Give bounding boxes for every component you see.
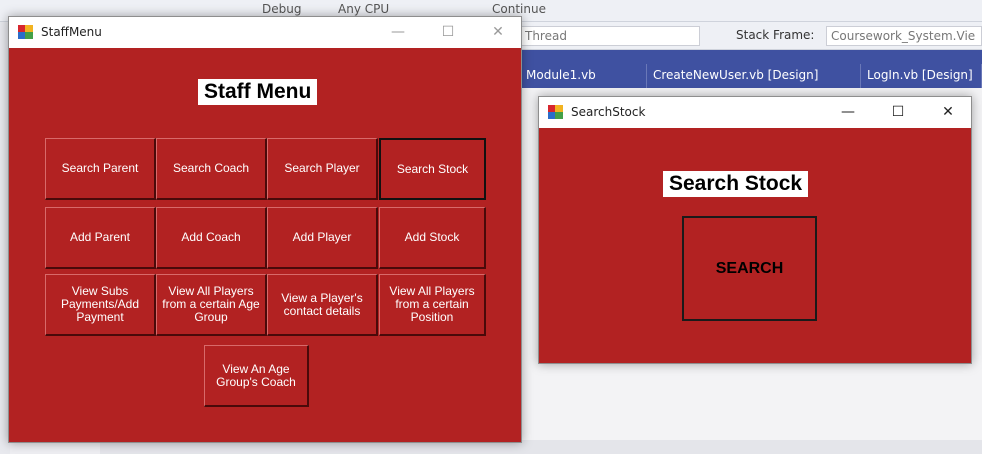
- continue-button[interactable]: Continue: [492, 2, 546, 16]
- search-button[interactable]: SEARCH: [682, 216, 817, 321]
- minimize-button[interactable]: —: [375, 17, 421, 48]
- window-title: SearchStock: [571, 105, 646, 119]
- stack-frame-combo[interactable]: Coursework_System.Vie: [826, 26, 982, 46]
- add-parent-button[interactable]: Add Parent: [45, 207, 156, 269]
- close-button[interactable]: ✕: [475, 17, 521, 48]
- stack-frame-label: Stack Frame:: [736, 28, 815, 42]
- search-coach-button[interactable]: Search Coach: [156, 138, 267, 200]
- close-button[interactable]: ✕: [925, 97, 971, 128]
- ide-document-tabs: Module1.vb CreateNewUser.vb [Design] Log…: [520, 64, 982, 88]
- search-stock-titlebar[interactable]: SearchStock — ☐ ✕: [539, 97, 971, 128]
- staff-menu-heading: Staff Menu: [198, 79, 318, 105]
- search-parent-button[interactable]: Search Parent: [45, 138, 156, 200]
- view-age-group-coach-button[interactable]: View An Age Group's Coach: [204, 345, 309, 407]
- search-player-button[interactable]: Search Player: [267, 138, 378, 200]
- staff-menu-titlebar[interactable]: StaffMenu — ☐ ✕: [9, 17, 521, 48]
- view-subs-payments-button[interactable]: View Subs Payments/Add Payment: [45, 274, 156, 336]
- tab-createnewuser-design[interactable]: CreateNewUser.vb [Design]: [647, 64, 861, 88]
- window-title: StaffMenu: [41, 25, 102, 39]
- tab-module1[interactable]: Module1.vb: [520, 64, 647, 88]
- app-icon: [18, 25, 33, 39]
- add-coach-button[interactable]: Add Coach: [156, 207, 267, 269]
- minimize-button[interactable]: —: [825, 97, 871, 128]
- view-players-by-position-button[interactable]: View All Players from a certain Position: [379, 274, 486, 336]
- debug-config-combo[interactable]: Debug: [262, 2, 301, 16]
- view-players-by-age-group-button[interactable]: View All Players from a certain Age Grou…: [156, 274, 267, 336]
- app-icon: [548, 105, 563, 119]
- staff-menu-window: StaffMenu — ☐ ✕ Staff Menu Search Parent…: [8, 16, 522, 443]
- add-stock-button[interactable]: Add Stock: [379, 207, 486, 269]
- tab-login-design[interactable]: LogIn.vb [Design]: [861, 64, 982, 88]
- search-stock-window: SearchStock — ☐ ✕ Search Stock SEARCH: [538, 96, 972, 364]
- ide-debug-location-bar: Thread Stack Frame: Coursework_System.Vi…: [520, 22, 982, 50]
- thread-combo[interactable]: Thread: [520, 26, 700, 46]
- search-stock-button[interactable]: Search Stock: [379, 138, 486, 200]
- maximize-button[interactable]: ☐: [875, 97, 921, 128]
- search-stock-heading: Search Stock: [663, 171, 809, 197]
- view-player-contact-button[interactable]: View a Player's contact details: [267, 274, 378, 336]
- add-player-button[interactable]: Add Player: [267, 207, 378, 269]
- ide-blue-strip: [520, 50, 982, 64]
- platform-combo[interactable]: Any CPU: [338, 2, 389, 16]
- maximize-button[interactable]: ☐: [425, 17, 471, 48]
